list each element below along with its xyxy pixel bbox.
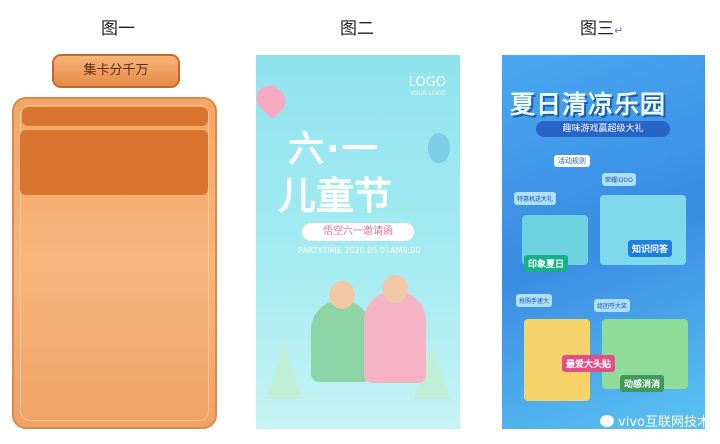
girl-figure	[364, 291, 426, 383]
return-mark: ↵	[614, 24, 624, 37]
panel1-title-badge: 集卡分千万	[52, 54, 180, 88]
poster-title-line2: 儿童节	[278, 174, 393, 218]
panel1-content-box	[20, 130, 208, 195]
logo-text: LOGO YOUR LOGO	[409, 75, 446, 97]
poster3-title: 夏日清凉乐园	[510, 90, 667, 119]
info-card-4: 抢购手速大	[516, 294, 553, 307]
girl-head	[382, 275, 408, 303]
panel2-poster: LOGO YOUR LOGO 六·一 儿童节 悟空六一邀请函 PARTYTIME …	[256, 55, 460, 429]
tag-match: 动感消消	[620, 375, 665, 392]
balloon-decoration	[428, 133, 450, 163]
party-time-text: PARTYTIME 2020.05.01AM9:00	[298, 246, 421, 255]
watermark: vivo互联网技术	[600, 411, 710, 430]
watermark-text: vivo互联网技术	[618, 415, 710, 430]
logo-sub: YOUR LOGO	[410, 90, 446, 97]
boy-head	[329, 281, 355, 309]
tag-photo: 最爱大头贴	[562, 355, 616, 372]
logo-main: LOGO	[408, 75, 446, 90]
tag-quiz: 知识问答	[628, 240, 673, 257]
tag-summer: 印象夏日	[524, 255, 569, 272]
caption-figure-1: 图一	[101, 19, 135, 39]
heart-decoration	[256, 80, 291, 120]
panel1-header-bar	[22, 107, 208, 126]
caption-figure-3: 图三↵	[580, 14, 623, 39]
info-card-1: 特惠机送大礼	[514, 192, 557, 205]
caption-figure-3-text: 图三	[580, 19, 614, 39]
caption-figure-2: 图二	[340, 19, 374, 39]
poster3-subtitle: 趣味游戏赢超级大礼	[536, 121, 670, 137]
invite-pill: 悟空六一邀请函	[302, 223, 414, 241]
boy-figure	[311, 300, 371, 382]
wechat-icon	[600, 415, 615, 427]
info-card-2: 荣耀iQOO	[602, 173, 636, 186]
tree-shape-left	[266, 345, 302, 399]
info-card-3: 组团夺大奖	[594, 299, 631, 312]
panel3-poster: 夏日清凉乐园 趣味游戏赢超级大礼 活动规则 特惠机送大礼 荣耀iQOO 组团夺大…	[502, 55, 705, 429]
rules-label: 活动规则	[554, 155, 590, 167]
